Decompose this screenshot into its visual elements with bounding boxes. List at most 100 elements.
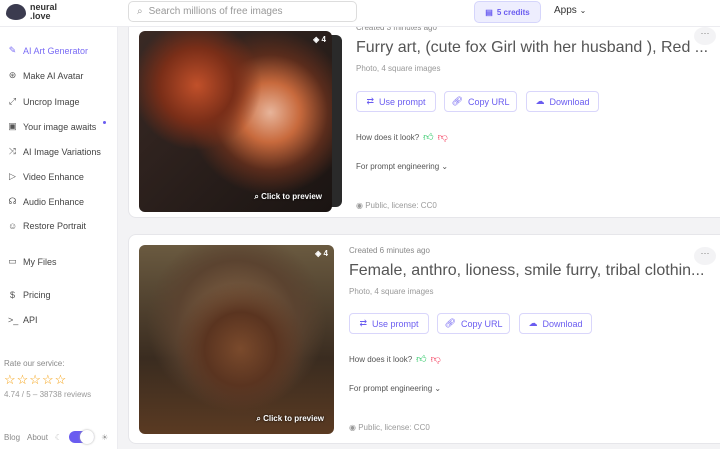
feedback-label: How does it look? [356,132,420,142]
sidebar-footer: Blog About ☾ ☀ [4,430,109,444]
coins-icon: ▤ [485,7,493,17]
logo[interactable]: neural .love [6,3,57,21]
cloud-download-icon: ☁ [528,318,538,328]
sidebar-item-restore-portrait[interactable]: ☺ Restore Portrait [8,221,86,231]
more-options-button[interactable]: ··· [694,27,716,45]
sidebar-item-label: Restore Portrait [23,221,87,231]
chevron-down-icon: ⌄ [434,384,442,393]
rating-stars[interactable]: ☆☆☆☆☆ [4,372,67,388]
license-label: Public, license: CC0 [358,423,430,432]
heart-logo-icon [6,4,26,20]
download-button[interactable]: ☁ Download [526,91,599,112]
sidebar-item-label: Audio Enhance [23,196,85,207]
result-card: ◈ 4 ⌕ Click to preview Created 3 minutes… [128,0,720,218]
prompt-engineering-label: For prompt engineering [349,384,433,393]
use-prompt-button[interactable]: ⇄ Use prompt [356,91,436,112]
sidebar-item-label: Pricing [23,290,51,300]
use-prompt-button[interactable]: ⇄ Use prompt [349,313,429,334]
avatar-icon: ⊛ [8,70,17,80]
eye-icon: ◉ [349,423,356,432]
preview-label: Click to preview [263,414,324,423]
sidebar-item-label: Your image awaits [23,121,97,132]
repeat-icon: ⇄ [359,318,367,328]
copy-url-button[interactable]: 🔗︎ Copy URL [437,313,510,334]
search-icon: ⌕ [137,6,143,17]
chevron-down-icon: ⌄ [579,6,587,15]
sidebar-item-label: AI Image Variations [23,146,101,157]
more-options-button[interactable]: ··· [694,247,716,265]
sidebar-item-api[interactable]: >_ API [8,315,38,325]
sun-icon: ☀ [101,432,109,442]
smile-icon: ☺ [8,221,18,231]
license: ◉ Public, license: CC0 [356,201,437,210]
sidebar-item-audio-enhance[interactable]: ☊ Audio Enhance [8,196,85,207]
credits-button[interactable]: ▤ 5 credits [474,1,541,23]
button-label: Copy URL [460,318,503,329]
blog-link[interactable]: Blog [4,433,20,442]
preview-label: Click to preview [261,192,322,201]
sidebar-item-pricing[interactable]: $ Pricing [8,290,51,300]
sidebar-item-label: Make AI Avatar [23,70,84,81]
card-title[interactable]: Furry art, (cute fox Girl with her husba… [356,39,708,57]
layers-icon: ◈ 4 [315,249,328,258]
download-button[interactable]: ☁ Download [519,313,592,334]
thumbs-up-icon[interactable]: 👍︎ [416,353,426,365]
rate-label: Rate our service: [4,359,65,368]
copy-url-button[interactable]: 🔗︎ Copy URL [444,91,517,112]
pen-icon: ✎ [8,45,17,55]
sidebar-item-label: AI Art Generator [23,45,89,56]
result-card: ◈ 4 ⌕ Click to preview Created 6 minutes… [128,234,720,444]
about-link[interactable]: About [27,433,48,442]
chevron-down-icon: ⌄ [441,162,449,171]
card-title[interactable]: Female, anthro, lioness, smile furry, tr… [349,262,704,280]
sidebar-item-my-files[interactable]: ▭ My Files [8,256,56,267]
terminal-icon: >_ [8,315,19,325]
sidebar-item-ai-art-generator[interactable]: ✎ AI Art Generator [8,45,88,56]
thumbs-down-icon[interactable]: 👎︎ [438,131,448,143]
feedback-label: How does it look? [349,354,413,364]
button-label: Download [549,96,590,107]
button-label: Use prompt [379,96,426,107]
search-input[interactable]: ⌕ Search millions of free images [128,1,357,22]
license: ◉ Public, license: CC0 [349,423,430,432]
headphones-icon: ☊ [8,196,17,206]
thumbs-down-icon[interactable]: 👎︎ [431,353,441,365]
prompt-engineering-toggle[interactable]: For prompt engineering ⌄ [349,384,441,393]
shuffle-icon: ⤨ [8,146,17,156]
click-to-preview[interactable]: ⌕ Click to preview [256,414,324,424]
button-label: Use prompt [372,318,419,329]
result-image[interactable]: ◈ 4 ⌕ Click to preview [139,245,334,434]
credits-label: 5 credits [496,7,530,17]
result-image[interactable]: ◈ 4 ⌕ Click to preview [139,31,332,212]
apps-label: Apps [554,5,577,16]
link-icon: 🔗︎ [444,318,456,328]
license-label: Public, license: CC0 [365,201,437,210]
sidebar-item-uncrop-image[interactable]: ⤢ Uncrop Image [8,96,80,107]
moon-icon: ☾ [54,432,63,442]
theme-toggle[interactable] [69,430,95,444]
feedback: How does it look? 👍︎ 👎︎ [356,131,448,143]
notification-dot [103,121,107,124]
layers-icon: ◈ 4 [313,35,326,44]
dollar-icon: $ [9,290,15,300]
sidebar-item-your-image-awaits[interactable]: ▣ Your image awaits [8,121,107,132]
play-icon: ▷ [9,171,16,181]
repeat-icon: ⇄ [366,96,374,106]
sidebar-item-label: Video Enhance [23,171,84,182]
button-label: Copy URL [467,96,510,107]
reviews-text: 4.74 / 5 – 38738 reviews [4,390,92,399]
click-to-preview[interactable]: ⌕ Click to preview [254,192,322,202]
button-label: Download [542,318,583,329]
sidebar-item-ai-image-variations[interactable]: ⤨ AI Image Variations [8,146,101,157]
card-subtitle: Photo, 4 square images [356,64,441,73]
created-time: Created 6 minutes ago [349,246,430,255]
feedback: How does it look? 👍︎ 👎︎ [349,353,441,365]
top-bar: neural .love ⌕ Search millions of free im… [0,0,720,27]
sidebar-item-video-enhance[interactable]: ▷ Video Enhance [8,171,84,182]
image-count: 4 [323,249,328,258]
sidebar-item-make-ai-avatar[interactable]: ⊛ Make AI Avatar [8,70,84,81]
apps-menu[interactable]: Apps ⌄ [554,5,586,16]
prompt-engineering-toggle[interactable]: For prompt engineering ⌄ [356,162,448,171]
image-count: 4 [321,35,326,44]
thumbs-up-icon[interactable]: 👍︎ [423,131,433,143]
